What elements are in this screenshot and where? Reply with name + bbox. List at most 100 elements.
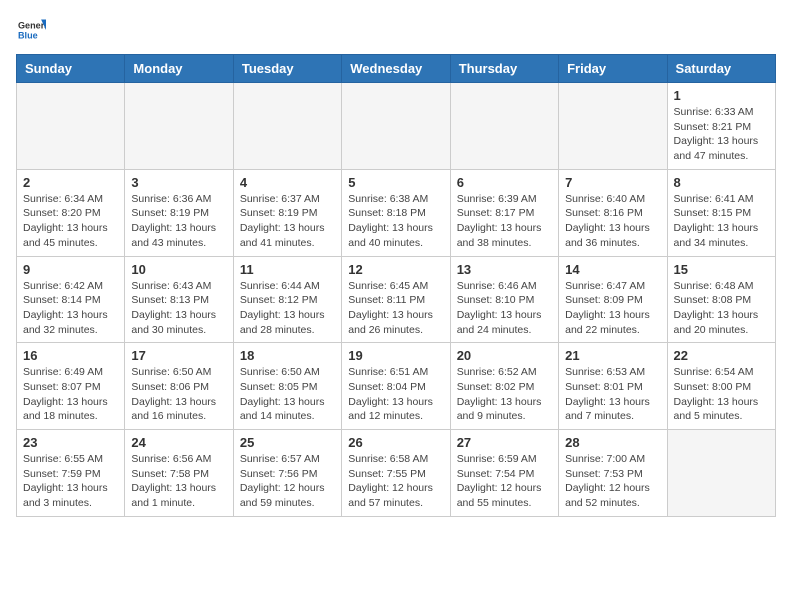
- calendar-cell: 27 Sunrise: 6:59 AM Sunset: 7:54 PM Dayli…: [450, 430, 558, 517]
- day-info: Sunrise: 6:55 AM Sunset: 7:59 PM Dayligh…: [23, 452, 118, 511]
- day-number: 2: [23, 175, 118, 190]
- day-number: 15: [674, 262, 769, 277]
- calendar-cell: 24 Sunrise: 6:56 AM Sunset: 7:58 PM Dayli…: [125, 430, 233, 517]
- calendar-cell: [667, 430, 775, 517]
- day-number: 18: [240, 348, 335, 363]
- header-monday: Monday: [125, 55, 233, 83]
- day-number: 25: [240, 435, 335, 450]
- day-number: 11: [240, 262, 335, 277]
- calendar-cell: 1 Sunrise: 6:33 AM Sunset: 8:21 PM Daylig…: [667, 83, 775, 170]
- day-number: 22: [674, 348, 769, 363]
- day-number: 23: [23, 435, 118, 450]
- day-info: Sunrise: 6:45 AM Sunset: 8:11 PM Dayligh…: [348, 279, 443, 338]
- day-number: 3: [131, 175, 226, 190]
- calendar-cell: [17, 83, 125, 170]
- calendar-week-2: 9Sunrise: 6:42 AM Sunset: 8:14 PM Daylig…: [17, 256, 776, 343]
- calendar-cell: 8 Sunrise: 6:41 AM Sunset: 8:15 PM Daylig…: [667, 169, 775, 256]
- calendar-cell: 7 Sunrise: 6:40 AM Sunset: 8:16 PM Daylig…: [559, 169, 667, 256]
- day-info: Sunrise: 6:43 AM Sunset: 8:13 PM Dayligh…: [131, 279, 226, 338]
- day-number: 20: [457, 348, 552, 363]
- day-number: 14: [565, 262, 660, 277]
- day-info: Sunrise: 6:51 AM Sunset: 8:04 PM Dayligh…: [348, 365, 443, 424]
- day-info: Sunrise: 6:40 AM Sunset: 8:16 PM Dayligh…: [565, 192, 660, 251]
- calendar-cell: [342, 83, 450, 170]
- calendar-table: SundayMondayTuesdayWednesdayThursdayFrid…: [16, 54, 776, 517]
- calendar-cell: [559, 83, 667, 170]
- calendar-week-3: 16 Sunrise: 6:49 AM Sunset: 8:07 PM Dayli…: [17, 343, 776, 430]
- day-info: Sunrise: 6:37 AM Sunset: 8:19 PM Dayligh…: [240, 192, 335, 251]
- day-number: 21: [565, 348, 660, 363]
- day-number: 28: [565, 435, 660, 450]
- day-info: Sunrise: 6:59 AM Sunset: 7:54 PM Dayligh…: [457, 452, 552, 511]
- calendar-cell: [450, 83, 558, 170]
- day-number: 16: [23, 348, 118, 363]
- calendar-cell: 23 Sunrise: 6:55 AM Sunset: 7:59 PM Dayli…: [17, 430, 125, 517]
- calendar-cell: 21 Sunrise: 6:53 AM Sunset: 8:01 PM Dayli…: [559, 343, 667, 430]
- calendar-cell: 25 Sunrise: 6:57 AM Sunset: 7:56 PM Dayli…: [233, 430, 341, 517]
- day-info: Sunrise: 7:00 AM Sunset: 7:53 PM Dayligh…: [565, 452, 660, 511]
- day-info: Sunrise: 6:46 AM Sunset: 8:10 PM Dayligh…: [457, 279, 552, 338]
- calendar-cell: 17Sunrise: 6:50 AM Sunset: 8:06 PM Dayli…: [125, 343, 233, 430]
- calendar-cell: 13 Sunrise: 6:46 AM Sunset: 8:10 PM Dayli…: [450, 256, 558, 343]
- calendar-cell: 3 Sunrise: 6:36 AM Sunset: 8:19 PM Daylig…: [125, 169, 233, 256]
- calendar-week-4: 23 Sunrise: 6:55 AM Sunset: 7:59 PM Dayli…: [17, 430, 776, 517]
- calendar-cell: [125, 83, 233, 170]
- day-info: Sunrise: 6:54 AM Sunset: 8:00 PM Dayligh…: [674, 365, 769, 424]
- header: General Blue: [16, 16, 776, 44]
- calendar-cell: 6Sunrise: 6:39 AM Sunset: 8:17 PM Daylig…: [450, 169, 558, 256]
- calendar-cell: 22 Sunrise: 6:54 AM Sunset: 8:00 PM Dayli…: [667, 343, 775, 430]
- calendar-header-row: SundayMondayTuesdayWednesdayThursdayFrid…: [17, 55, 776, 83]
- header-friday: Friday: [559, 55, 667, 83]
- calendar-cell: 18 Sunrise: 6:50 AM Sunset: 8:05 PM Dayli…: [233, 343, 341, 430]
- calendar-cell: 14Sunrise: 6:47 AM Sunset: 8:09 PM Dayli…: [559, 256, 667, 343]
- logo: General Blue: [16, 16, 50, 44]
- day-info: Sunrise: 6:33 AM Sunset: 8:21 PM Dayligh…: [674, 105, 769, 164]
- day-number: 5: [348, 175, 443, 190]
- day-info: Sunrise: 6:42 AM Sunset: 8:14 PM Dayligh…: [23, 279, 118, 338]
- day-number: 7: [565, 175, 660, 190]
- day-info: Sunrise: 6:56 AM Sunset: 7:58 PM Dayligh…: [131, 452, 226, 511]
- calendar-cell: 16 Sunrise: 6:49 AM Sunset: 8:07 PM Dayli…: [17, 343, 125, 430]
- calendar-cell: 10 Sunrise: 6:43 AM Sunset: 8:13 PM Dayli…: [125, 256, 233, 343]
- day-number: 4: [240, 175, 335, 190]
- day-number: 19: [348, 348, 443, 363]
- header-saturday: Saturday: [667, 55, 775, 83]
- day-info: Sunrise: 6:36 AM Sunset: 8:19 PM Dayligh…: [131, 192, 226, 251]
- calendar-cell: 12 Sunrise: 6:45 AM Sunset: 8:11 PM Dayli…: [342, 256, 450, 343]
- svg-text:Blue: Blue: [18, 30, 38, 40]
- day-number: 8: [674, 175, 769, 190]
- calendar-cell: 4 Sunrise: 6:37 AM Sunset: 8:19 PM Daylig…: [233, 169, 341, 256]
- calendar-week-1: 2 Sunrise: 6:34 AM Sunset: 8:20 PM Daylig…: [17, 169, 776, 256]
- day-number: 24: [131, 435, 226, 450]
- calendar-cell: 2 Sunrise: 6:34 AM Sunset: 8:20 PM Daylig…: [17, 169, 125, 256]
- day-info: Sunrise: 6:52 AM Sunset: 8:02 PM Dayligh…: [457, 365, 552, 424]
- calendar-cell: 26Sunrise: 6:58 AM Sunset: 7:55 PM Dayli…: [342, 430, 450, 517]
- day-info: Sunrise: 6:53 AM Sunset: 8:01 PM Dayligh…: [565, 365, 660, 424]
- day-number: 13: [457, 262, 552, 277]
- calendar-cell: 19 Sunrise: 6:51 AM Sunset: 8:04 PM Dayli…: [342, 343, 450, 430]
- day-info: Sunrise: 6:48 AM Sunset: 8:08 PM Dayligh…: [674, 279, 769, 338]
- header-wednesday: Wednesday: [342, 55, 450, 83]
- calendar-cell: 9Sunrise: 6:42 AM Sunset: 8:14 PM Daylig…: [17, 256, 125, 343]
- day-info: Sunrise: 6:50 AM Sunset: 8:05 PM Dayligh…: [240, 365, 335, 424]
- day-info: Sunrise: 6:34 AM Sunset: 8:20 PM Dayligh…: [23, 192, 118, 251]
- day-info: Sunrise: 6:41 AM Sunset: 8:15 PM Dayligh…: [674, 192, 769, 251]
- calendar-cell: 11Sunrise: 6:44 AM Sunset: 8:12 PM Dayli…: [233, 256, 341, 343]
- day-number: 17: [131, 348, 226, 363]
- calendar-cell: 28 Sunrise: 7:00 AM Sunset: 7:53 PM Dayli…: [559, 430, 667, 517]
- header-tuesday: Tuesday: [233, 55, 341, 83]
- header-thursday: Thursday: [450, 55, 558, 83]
- calendar-cell: 15 Sunrise: 6:48 AM Sunset: 8:08 PM Dayli…: [667, 256, 775, 343]
- day-number: 26: [348, 435, 443, 450]
- day-info: Sunrise: 6:57 AM Sunset: 7:56 PM Dayligh…: [240, 452, 335, 511]
- day-info: Sunrise: 6:39 AM Sunset: 8:17 PM Dayligh…: [457, 192, 552, 251]
- calendar-week-0: 1 Sunrise: 6:33 AM Sunset: 8:21 PM Daylig…: [17, 83, 776, 170]
- svg-text:General: General: [18, 21, 46, 31]
- day-number: 10: [131, 262, 226, 277]
- day-number: 1: [674, 88, 769, 103]
- day-info: Sunrise: 6:38 AM Sunset: 8:18 PM Dayligh…: [348, 192, 443, 251]
- calendar-cell: 20 Sunrise: 6:52 AM Sunset: 8:02 PM Dayli…: [450, 343, 558, 430]
- day-number: 27: [457, 435, 552, 450]
- day-info: Sunrise: 6:49 AM Sunset: 8:07 PM Dayligh…: [23, 365, 118, 424]
- day-number: 12: [348, 262, 443, 277]
